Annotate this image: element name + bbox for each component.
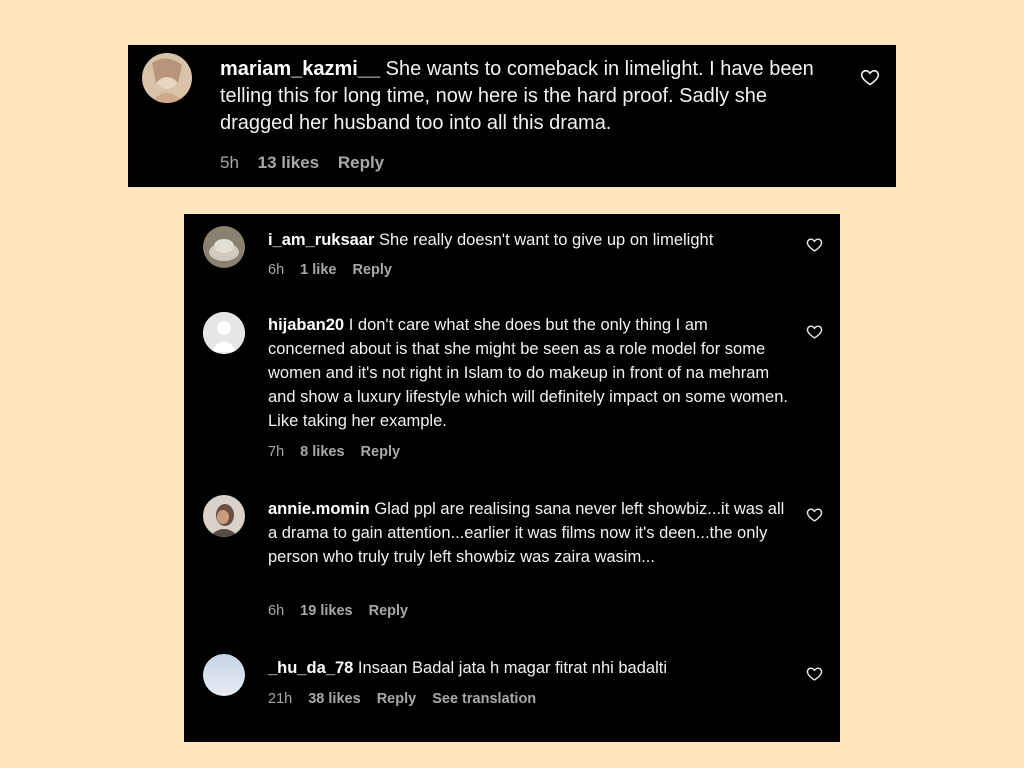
comment-meta: 21h 38 likes Reply See translation — [268, 691, 548, 707]
likes-count[interactable]: 19 likes — [300, 603, 352, 619]
comment-meta: 7h 8 likes Reply — [268, 444, 412, 460]
avatar[interactable] — [203, 654, 245, 696]
see-translation-button[interactable]: See translation — [432, 691, 536, 707]
comment-meta: 6h 1 like Reply — [268, 262, 404, 278]
comment-text: She really doesn't want to give up on li… — [379, 231, 714, 249]
timestamp: 6h — [268, 262, 285, 278]
comment-panel-top: mariam_kazmi__ She wants to comeback in … — [128, 45, 896, 187]
comment-text-block: mariam_kazmi__ She wants to comeback in … — [220, 56, 820, 137]
timestamp: 6h — [268, 603, 285, 619]
comment-text: I don't care what she does but the only … — [268, 316, 788, 430]
heart-icon[interactable] — [806, 323, 823, 345]
reply-button[interactable]: Reply — [352, 262, 392, 278]
avatar[interactable] — [203, 312, 245, 354]
reply-button[interactable]: Reply — [377, 691, 417, 707]
timestamp: 5h — [220, 153, 239, 172]
avatar[interactable] — [203, 495, 245, 537]
heart-icon[interactable] — [806, 665, 823, 687]
heart-icon[interactable] — [806, 506, 823, 528]
timestamp: 21h — [268, 691, 293, 707]
comment-meta: 6h 19 likes Reply — [268, 603, 420, 619]
reply-button[interactable]: Reply — [361, 444, 401, 460]
avatar[interactable] — [142, 53, 192, 103]
likes-count[interactable]: 38 likes — [308, 691, 360, 707]
heart-icon[interactable] — [860, 67, 880, 92]
reply-button[interactable]: Reply — [369, 603, 409, 619]
username[interactable]: annie.momin — [268, 500, 370, 518]
likes-count[interactable]: 13 likes — [258, 153, 319, 172]
reply-button[interactable]: Reply — [338, 153, 384, 172]
likes-count[interactable]: 8 likes — [300, 444, 344, 460]
username[interactable]: mariam_kazmi__ — [220, 58, 380, 80]
comment-panel-bottom: i_am_ruksaar She really doesn't want to … — [184, 214, 840, 742]
comment-text-block: i_am_ruksaar She really doesn't want to … — [268, 228, 788, 252]
username[interactable]: i_am_ruksaar — [268, 231, 374, 249]
comment-text-block: hijaban20 I don't care what she does but… — [268, 313, 788, 433]
likes-count[interactable]: 1 like — [300, 262, 336, 278]
username[interactable]: hijaban20 — [268, 316, 344, 334]
heart-icon[interactable] — [806, 236, 823, 258]
comment-meta: 5h 13 likes Reply — [220, 153, 398, 173]
timestamp: 7h — [268, 444, 285, 460]
username[interactable]: _hu_da_78 — [268, 659, 353, 677]
avatar[interactable] — [203, 226, 245, 268]
comment-text-block: annie.momin Glad ppl are realising sana … — [268, 497, 788, 569]
comment-text-block: _hu_da_78 Insaan Badal jata h magar fitr… — [268, 656, 788, 680]
comment-text: Insaan Badal jata h magar fitrat nhi bad… — [357, 659, 667, 677]
